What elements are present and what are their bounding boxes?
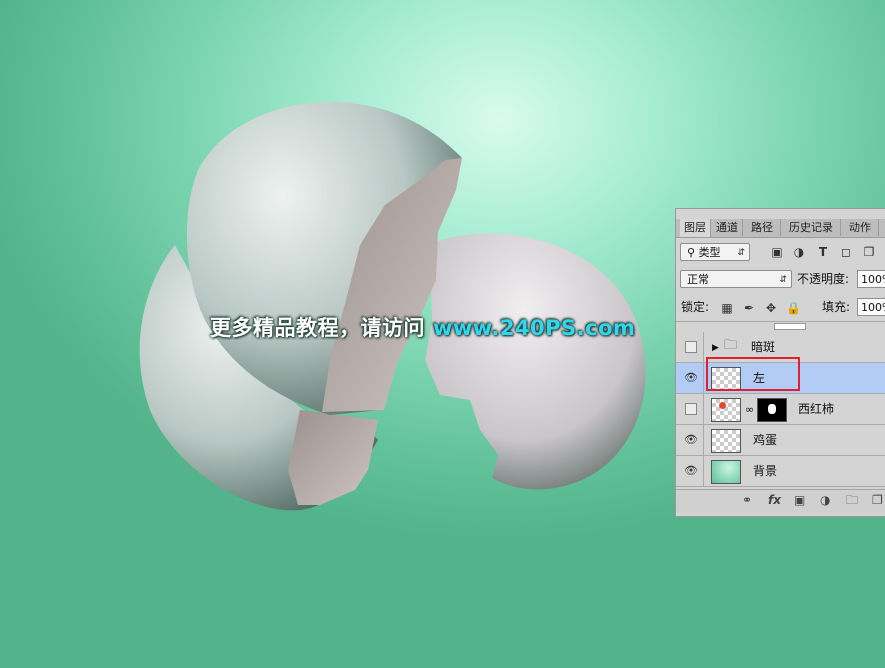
eye-icon[interactable]: 👁 xyxy=(684,465,698,477)
chevron-updown-icon: ⇵ xyxy=(737,248,745,258)
layer-thumbnail xyxy=(711,398,741,422)
layer-name: 暗斑 xyxy=(751,340,776,354)
scroll-indicator[interactable] xyxy=(774,323,806,330)
layer-name: 背景 xyxy=(753,464,778,478)
layer-name: 西红柿 xyxy=(798,402,835,416)
link-icon[interactable]: ⚭ xyxy=(742,493,752,507)
lock-row: 锁定: ▦ ✒ ✥ 🔒 填充: 100% xyxy=(676,298,885,318)
tab-history[interactable]: 历史记录 xyxy=(782,219,841,236)
opacity-field[interactable]: 100% xyxy=(857,270,885,288)
layers-scroll-top xyxy=(676,321,885,332)
panel-tabs: 图层 通道 路径 历史记录 动作 xyxy=(676,219,885,238)
folder-icon: 🗀 xyxy=(724,338,738,353)
divider xyxy=(703,332,704,363)
fx-icon[interactable]: fx xyxy=(768,493,781,507)
visibility-toggle[interactable] xyxy=(685,341,697,353)
tab-channels[interactable]: 通道 xyxy=(712,219,743,236)
selection-highlight-box xyxy=(706,357,800,391)
shape-filter-icon[interactable]: ◻ xyxy=(839,245,853,259)
mask-icon[interactable]: ▣ xyxy=(794,493,805,507)
search-icon: ⚲ xyxy=(687,246,696,259)
lock-transparent-icon[interactable]: ▦ xyxy=(720,301,734,315)
lock-paint-icon[interactable]: ✒ xyxy=(742,301,756,315)
tab-actions[interactable]: 动作 xyxy=(842,219,879,236)
layer-thumbnail xyxy=(711,460,741,484)
blend-row: 正常 ⇵ 不透明度: 100% xyxy=(676,270,885,290)
blend-mode-value: 正常 xyxy=(687,273,709,286)
divider xyxy=(703,456,704,487)
expand-arrow-icon[interactable]: ▶ xyxy=(712,340,719,356)
chain-link-icon[interactable]: ∞ xyxy=(745,402,754,418)
divider xyxy=(703,425,704,456)
folder-icon[interactable]: 🗀 xyxy=(846,493,858,507)
visibility-toggle[interactable] xyxy=(685,403,697,415)
eye-icon[interactable]: 👁 xyxy=(684,434,698,446)
eye-icon[interactable]: 👁 xyxy=(684,372,698,384)
divider xyxy=(703,394,704,425)
layer-name: 鸡蛋 xyxy=(753,433,778,447)
adjustment-filter-icon[interactable]: ◑ xyxy=(792,245,806,259)
lock-all-icon[interactable]: 🔒 xyxy=(786,301,801,315)
fill-field[interactable]: 100% xyxy=(857,298,885,316)
panel-bottom-bar: ⚭ fx ▣ ◑ 🗀 ❐ xyxy=(676,489,885,512)
layer-mask-thumbnail[interactable] xyxy=(757,398,787,422)
filter-select[interactable]: ⚲ 类型 ⇵ xyxy=(680,243,750,261)
tomato-mark xyxy=(719,402,726,409)
layer-row-smart[interactable]: 👁 鸡蛋 xyxy=(676,425,885,456)
adjustment-icon[interactable]: ◑ xyxy=(820,493,830,507)
filter-row: ⚲ 类型 ⇵ ▣ ◑ T ◻ ❐ xyxy=(676,242,885,262)
watermark-text: 更多精品教程，请访问 xyxy=(210,316,425,340)
lock-label: 锁定: xyxy=(681,300,710,314)
opacity-label: 不透明度: xyxy=(797,272,850,286)
divider xyxy=(703,363,704,394)
tab-paths[interactable]: 路径 xyxy=(744,219,781,236)
new-layer-icon[interactable]: ❐ xyxy=(872,493,883,507)
tab-layers[interactable]: 图层 xyxy=(680,219,711,237)
blend-mode-select[interactable]: 正常 ⇵ xyxy=(680,270,792,288)
watermark-url: www.240PS.com xyxy=(433,316,636,340)
chevron-updown-icon: ⇵ xyxy=(779,275,787,285)
image-filter-icon[interactable]: ▣ xyxy=(770,245,784,259)
fill-label: 填充: xyxy=(822,300,851,314)
smart-object-filter-icon[interactable]: ❐ xyxy=(862,245,876,259)
mask-shape xyxy=(768,404,776,414)
layer-row-background[interactable]: 👁 背景 xyxy=(676,456,885,487)
layer-row-masked[interactable]: ∞ 西红柿 xyxy=(676,394,885,425)
layer-thumbnail xyxy=(711,429,741,453)
type-filter-icon[interactable]: T xyxy=(816,245,830,259)
lock-position-icon[interactable]: ✥ xyxy=(764,301,778,315)
filter-select-value: 类型 xyxy=(698,246,721,259)
watermark: 更多精品教程，请访问 www.240PS.com xyxy=(210,312,635,342)
